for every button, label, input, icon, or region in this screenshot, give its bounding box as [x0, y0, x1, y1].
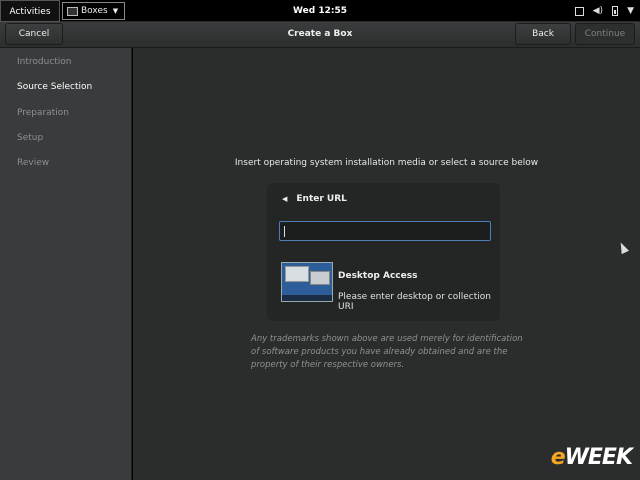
chevron-down-icon: ▼: [112, 7, 119, 15]
main-content: Insert operating system installation med…: [133, 48, 640, 480]
sidebar-item-review: Review: [17, 158, 50, 168]
desktop-access-item[interactable]: Desktop Access Please enter desktop or c…: [281, 261, 491, 312]
chevron-down-icon[interactable]: ▼: [627, 6, 634, 16]
enter-url-label: Enter URL: [296, 194, 347, 204]
triangle-left-icon[interactable]: ◀: [282, 195, 287, 203]
desktop-access-subtitle: Please enter desktop or collection URI: [338, 292, 491, 312]
url-input[interactable]: [279, 221, 491, 241]
eweek-logo: eWEEK: [550, 445, 633, 470]
desktop-access-title: Desktop Access: [338, 271, 418, 281]
window-icon[interactable]: [574, 6, 584, 16]
battery-icon[interactable]: [612, 6, 619, 16]
sidebar-item-setup: Setup: [17, 133, 44, 143]
cancel-button[interactable]: Cancel: [5, 23, 63, 45]
activities-button[interactable]: Activities: [0, 0, 60, 22]
sidebar-item-source-selection: Source Selection: [17, 82, 93, 92]
trademark-disclaimer: Any trademarks shown above are used mere…: [251, 334, 523, 370]
app-menu-button[interactable]: Boxes ▼: [62, 2, 126, 20]
instruction-text: Insert operating system installation med…: [234, 158, 539, 168]
app-menu-label: Boxes: [81, 6, 108, 16]
top-bar: Activities Boxes ▼ Wed 12:55 ◀) ▼: [0, 0, 640, 22]
continue-button[interactable]: Continue: [575, 23, 635, 45]
boxes-app-icon: [67, 6, 78, 16]
desktop-thumbnail-icon: [281, 262, 333, 302]
text-cursor: [284, 226, 285, 237]
sidebar-item-preparation: Preparation: [17, 108, 69, 118]
system-tray[interactable]: ◀) ▼: [574, 0, 634, 22]
volume-icon[interactable]: ◀): [593, 6, 603, 16]
source-list: ◀ Enter URL Desktop Access Please enter …: [267, 183, 500, 321]
enter-url-expander[interactable]: ◀ Enter URL: [282, 194, 347, 204]
back-button[interactable]: Back: [515, 23, 571, 45]
header-bar: Cancel Create a Box Back Continue: [0, 22, 640, 48]
wizard-sidebar: Introduction Source Selection Preparatio…: [0, 48, 132, 480]
sidebar-item-introduction: Introduction: [17, 57, 72, 67]
